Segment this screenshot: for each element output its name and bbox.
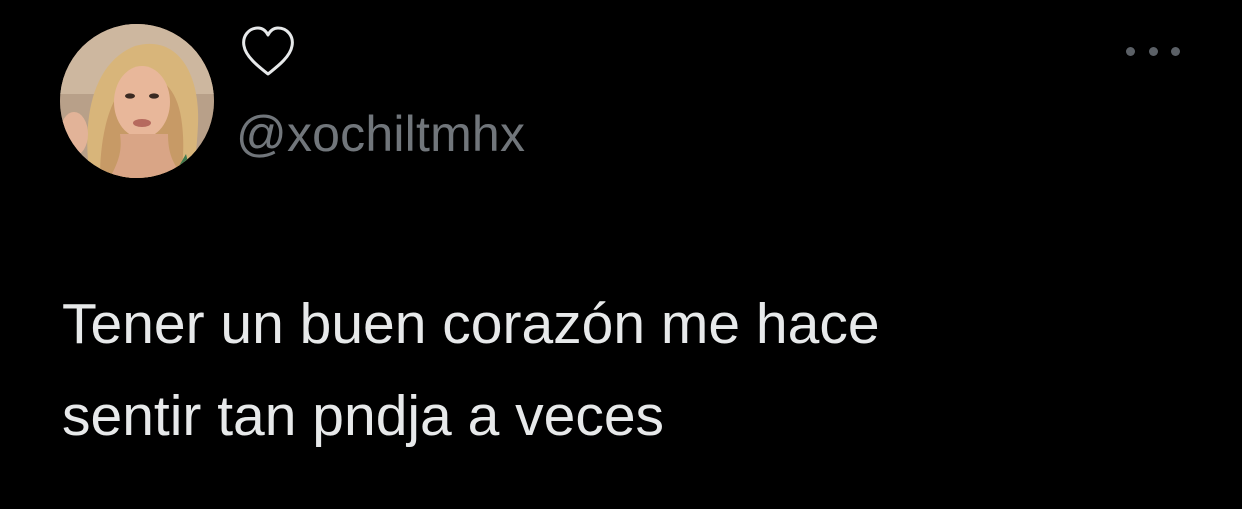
more-dot — [1148, 46, 1158, 56]
tweet-text-line: sentir tan pndja a veces — [62, 384, 665, 448]
more-horizontal-icon[interactable] — [1126, 36, 1180, 66]
avatar[interactable] — [60, 24, 214, 178]
user-handle[interactable]: @xochiltmhx — [236, 104, 525, 164]
tweet-card: @xochiltmhx Tener un buen corazón me hac… — [0, 0, 1242, 509]
tweet-text-line: Tener un buen corazón me hace — [62, 292, 880, 356]
heart-outline-icon — [238, 22, 298, 82]
more-dot — [1126, 46, 1135, 56]
tweet-text: Tener un buen corazón me hace sentir tan… — [62, 278, 1182, 462]
avatar-photo — [60, 24, 214, 178]
more-dot — [1171, 46, 1180, 56]
